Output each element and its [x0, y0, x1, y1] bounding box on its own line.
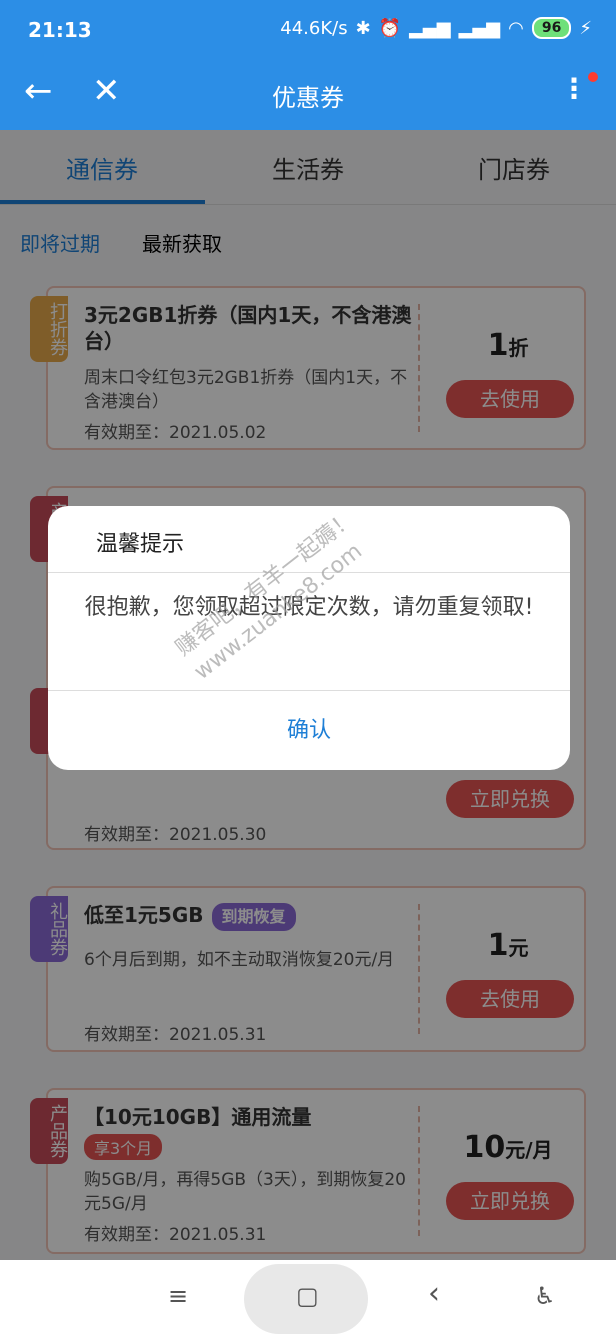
- alarm-icon: ⏰: [378, 17, 402, 39]
- back-icon[interactable]: ‹: [428, 1276, 440, 1311]
- clock: 21:13: [28, 18, 92, 42]
- notification-dot: [588, 72, 598, 82]
- signal-icon: ▂▄▆: [409, 17, 451, 39]
- bluetooth-icon: ✱: [355, 17, 371, 39]
- dialog-title: 温馨提示: [96, 532, 185, 557]
- dialog-divider-bottom: [48, 690, 570, 691]
- signal-icon-2: ▂▄▆: [458, 17, 501, 39]
- charging-icon: ⚡: [579, 17, 592, 39]
- network-speed: 44.6K/s: [280, 17, 348, 39]
- more-menu-icon[interactable]: ⋮: [560, 72, 588, 105]
- system-nav-bar: ≡ ▢ ‹ ♿: [0, 1260, 616, 1334]
- accessibility-icon[interactable]: ♿: [534, 1282, 556, 1310]
- status-bar: 21:13 44.6K/s ✱ ⏰ ▂▄▆ ▂▄▆ ◠ 96 ⚡: [0, 0, 616, 58]
- app-bar: ← ✕ 优惠券 ⋮: [0, 58, 616, 130]
- battery-indicator: 96: [531, 17, 572, 39]
- status-icons: 44.6K/s ✱ ⏰ ▂▄▆ ▂▄▆ ◠ 96 ⚡: [280, 17, 592, 39]
- confirm-button[interactable]: 确认: [48, 712, 570, 744]
- wifi-icon: ◠: [508, 17, 524, 39]
- menu-icon[interactable]: ≡: [168, 1282, 188, 1310]
- page-title: 优惠券: [272, 84, 344, 112]
- home-icon[interactable]: ▢: [296, 1282, 319, 1310]
